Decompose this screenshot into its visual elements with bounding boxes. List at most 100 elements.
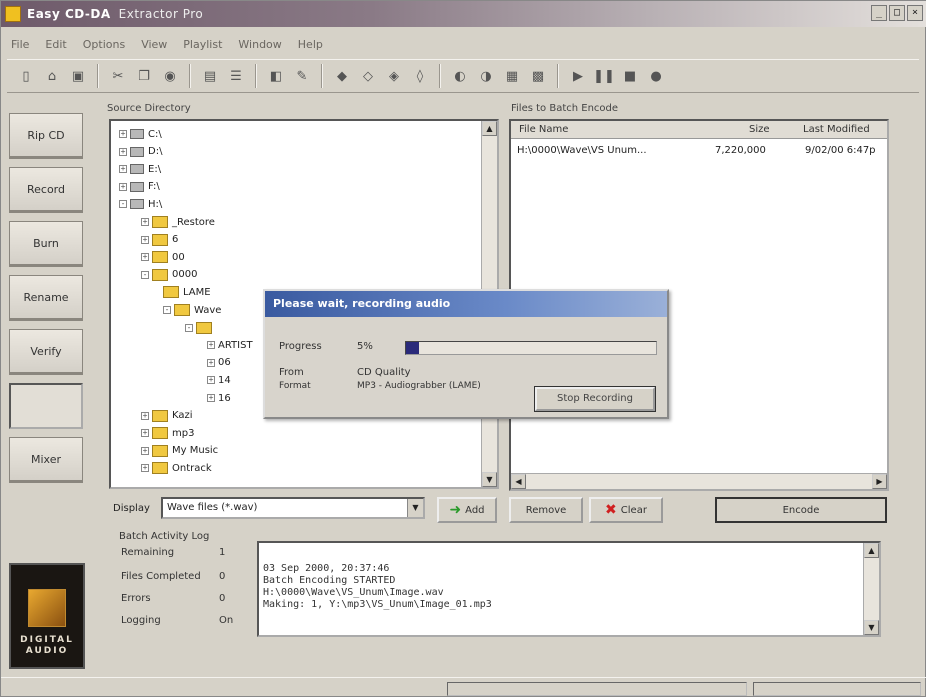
expand-icon[interactable]: + (141, 446, 149, 455)
open-icon[interactable]: ⌂ (41, 65, 63, 87)
expand-icon[interactable]: + (207, 394, 215, 402)
collapse-icon[interactable]: - (185, 323, 193, 332)
tree-node[interactable]: + F:\ (119, 180, 160, 194)
log-scrollbar[interactable]: ▲ ▼ (863, 543, 879, 635)
tree-node[interactable]: + mp3 (141, 426, 194, 440)
expand-icon[interactable]: + (119, 182, 127, 191)
dialog-title[interactable]: Please wait, recording audio (265, 291, 667, 317)
expand-icon[interactable]: + (207, 358, 215, 367)
tree-node[interactable]: + E:\ (119, 162, 161, 176)
menu-edit[interactable]: Edit (45, 38, 66, 51)
expand-icon[interactable]: + (141, 429, 149, 438)
tree-node[interactable]: + _Restore (141, 215, 215, 229)
cut-icon[interactable]: ✂ (107, 65, 129, 87)
pause-icon[interactable]: ❚❚ (593, 65, 615, 87)
tree-node[interactable]: + Kazi (141, 409, 193, 423)
tree-node[interactable]: LAME (163, 285, 211, 299)
nav-burn-button[interactable]: Burn (9, 221, 83, 267)
list-view-icon[interactable]: ☰ (225, 65, 247, 87)
select-icon[interactable]: ◧ (265, 65, 287, 87)
encode-button[interactable]: Encode (715, 497, 887, 523)
title-bar[interactable]: Easy CD-DA Extractor Pro _ □ × (1, 1, 926, 27)
tool-icon[interactable]: ◊ (409, 65, 431, 87)
col-last-modified[interactable]: Last Modified (803, 124, 870, 135)
expand-icon[interactable]: + (141, 464, 149, 473)
scroll-down-icon[interactable]: ▼ (482, 472, 497, 487)
activity-log[interactable]: 03 Sep 2000, 20:37:46 Batch Encoding STA… (257, 541, 881, 637)
tool-icon[interactable]: ▦ (501, 65, 523, 87)
nav-rename-button[interactable]: Rename (9, 275, 83, 321)
nav-record-button[interactable]: Record (9, 167, 83, 213)
scroll-up-icon[interactable]: ▲ (482, 121, 497, 136)
scroll-right-icon[interactable]: ▶ (872, 474, 887, 489)
scroll-down-icon[interactable]: ▼ (864, 620, 879, 635)
tree-node[interactable]: - (185, 321, 216, 335)
expand-icon[interactable]: + (207, 341, 215, 350)
menu-file[interactable]: File (11, 38, 29, 51)
tree-node[interactable]: + ARTIST (207, 338, 253, 352)
tree-node[interactable]: + D:\ (119, 145, 162, 159)
edit-icon[interactable]: ✎ (291, 65, 313, 87)
close-button[interactable]: × (907, 5, 923, 21)
menu-help[interactable]: Help (298, 38, 323, 51)
expand-icon[interactable]: + (141, 253, 149, 262)
expand-icon[interactable]: + (207, 376, 215, 385)
tree-node[interactable]: +16 (207, 391, 231, 405)
tree-node[interactable]: - Wave (163, 303, 221, 317)
folder-view-icon[interactable]: ▤ (199, 65, 221, 87)
tree-node[interactable]: +6 (141, 233, 178, 247)
col-file-name[interactable]: File Name (519, 124, 568, 135)
expand-icon[interactable]: + (141, 218, 149, 226)
tool-icon[interactable]: ◆ (331, 65, 353, 87)
play-icon[interactable]: ▶ (567, 65, 589, 87)
collapse-icon[interactable]: - (119, 200, 127, 209)
expand-icon[interactable]: + (141, 235, 149, 244)
new-icon[interactable]: ▯ (15, 65, 37, 87)
expand-icon[interactable]: + (119, 130, 127, 138)
collapse-icon[interactable]: - (163, 306, 171, 314)
display-filter-select[interactable]: Wave files (*.wav) ▼ (161, 497, 425, 519)
remove-button[interactable]: Remove (509, 497, 583, 523)
tree-node[interactable]: - H:\ (119, 197, 162, 211)
tree-node[interactable]: + My Music (141, 444, 218, 458)
tree-node[interactable]: + C:\ (119, 127, 162, 141)
clear-button[interactable]: ✖ Clear (589, 497, 663, 523)
record-icon[interactable]: ● (645, 65, 667, 87)
tree-node[interactable]: + Ontrack (141, 461, 212, 475)
menu-window[interactable]: Window (238, 38, 281, 51)
web-icon[interactable]: ◉ (159, 65, 181, 87)
tree-node[interactable]: +06 (207, 356, 231, 370)
stop-recording-button[interactable]: Stop Recording (534, 386, 656, 412)
menu-playlist[interactable]: Playlist (183, 38, 222, 51)
col-size[interactable]: Size (749, 124, 770, 135)
nav-rip-button[interactable]: Rip CD (9, 113, 83, 159)
tool-icon[interactable]: ◇ (357, 65, 379, 87)
expand-icon[interactable]: + (119, 147, 127, 156)
tool-icon[interactable]: ◑ (475, 65, 497, 87)
nav-mixer-button[interactable]: Mixer (9, 437, 83, 483)
tree-node[interactable]: +00 (141, 250, 185, 264)
tree-node[interactable]: +14 (207, 373, 231, 387)
chevron-down-icon[interactable]: ▼ (407, 499, 423, 517)
copy-icon[interactable]: ❐ (133, 65, 155, 87)
files-hscrollbar[interactable]: ◀ ▶ (511, 473, 887, 489)
collapse-icon[interactable]: - (141, 270, 149, 279)
scroll-up-icon[interactable]: ▲ (864, 543, 879, 558)
stop-icon[interactable]: ■ (619, 65, 641, 87)
nav-encode-button[interactable] (9, 383, 83, 429)
menu-view[interactable]: View (141, 38, 167, 51)
expand-icon[interactable]: + (141, 411, 149, 420)
tool-icon[interactable]: ◐ (449, 65, 471, 87)
menu-options[interactable]: Options (83, 38, 125, 51)
add-button[interactable]: ➜ Add (437, 497, 497, 523)
maximize-button[interactable]: □ (889, 5, 905, 21)
tree-node[interactable]: - 0000 (141, 268, 197, 282)
nav-verify-button[interactable]: Verify (9, 329, 83, 375)
expand-icon[interactable]: + (119, 165, 127, 174)
minimize-button[interactable]: _ (871, 5, 887, 21)
file-row[interactable]: H:\0000\Wave\VS Unum... 7,220,000 9/02/0… (517, 145, 887, 159)
tool-icon[interactable]: ◈ (383, 65, 405, 87)
scroll-left-icon[interactable]: ◀ (511, 474, 526, 489)
save-icon[interactable]: ▣ (67, 65, 89, 87)
tool-icon[interactable]: ▩ (527, 65, 549, 87)
